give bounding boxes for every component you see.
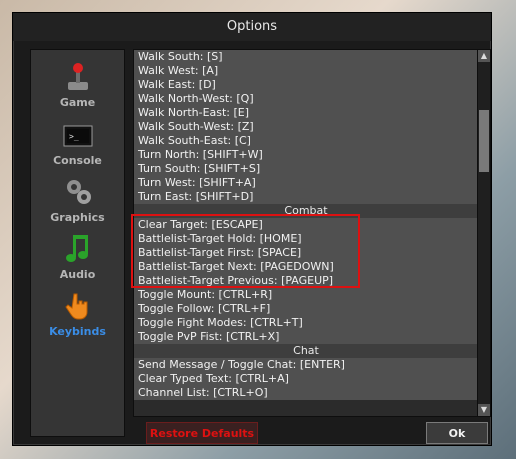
keybind-row[interactable]: Turn North: [SHIFT+W]	[134, 148, 478, 162]
keybind-row[interactable]: Clear Typed Text: [CTRL+A]	[134, 372, 478, 386]
keybinds-scrollbar[interactable]: ▲ ▼	[477, 49, 491, 417]
sidebar-item-game[interactable]: Game	[31, 62, 124, 117]
keybind-row[interactable]: Channel List: [CTRL+O]	[134, 386, 478, 400]
keybind-row[interactable]: Battlelist-Target Next: [PAGEDOWN]	[134, 260, 478, 274]
hand-pointer-icon	[64, 293, 87, 320]
keybind-row[interactable]: Toggle Follow: [CTRL+F]	[134, 302, 478, 316]
keybind-row[interactable]: Battlelist-Target Hold: [HOME]	[134, 232, 478, 246]
keybind-row[interactable]: Turn South: [SHIFT+S]	[134, 162, 478, 176]
keybind-rows: Walk South: [S] Walk West: [A] Walk East: …	[134, 50, 478, 400]
music-note-icon	[65, 235, 88, 262]
section-header: Chat	[134, 344, 478, 358]
joystick-icon	[67, 63, 88, 90]
options-sidebar: Game >_ Console Graphics Audio Keybinds	[30, 49, 125, 437]
scroll-down-icon[interactable]: ▼	[478, 404, 490, 416]
keybind-row[interactable]: Send Message / Toggle Chat: [ENTER]	[134, 358, 478, 372]
scroll-thumb[interactable]	[479, 110, 489, 172]
keybinds-list[interactable]: Walk South: [S] Walk West: [A] Walk East: …	[133, 49, 479, 417]
keybind-row[interactable]: Walk East: [D]	[134, 78, 478, 92]
sidebar-item-console[interactable]: >_ Console	[31, 120, 124, 175]
ok-button[interactable]: Ok	[426, 422, 488, 444]
section-header: Combat	[134, 204, 478, 218]
keybind-row[interactable]: Toggle Fight Modes: [CTRL+T]	[134, 316, 478, 330]
sidebar-item-audio[interactable]: Audio	[31, 234, 124, 289]
gears-icon	[66, 180, 91, 204]
keybind-row[interactable]: Walk South-East: [C]	[134, 134, 478, 148]
restore-defaults-button[interactable]: Restore Defaults	[146, 422, 258, 444]
keybind-row[interactable]: Clear Target: [ESCAPE]	[134, 218, 478, 232]
sidebar-item-label: Console	[53, 154, 102, 167]
keybind-row[interactable]: Toggle Mount: [CTRL+R]	[134, 288, 478, 302]
keybind-row[interactable]: Walk North-West: [Q]	[134, 92, 478, 106]
keybind-row[interactable]: Walk North-East: [E]	[134, 106, 478, 120]
sidebar-item-label: Audio	[59, 268, 96, 281]
sidebar-item-label: Graphics	[50, 211, 105, 224]
scroll-up-icon[interactable]: ▲	[478, 50, 490, 62]
sidebar-item-label: Keybinds	[49, 325, 106, 338]
keybind-row[interactable]: Turn East: [SHIFT+D]	[134, 190, 478, 204]
keybind-row[interactable]: Walk South: [S]	[134, 50, 478, 64]
sidebar-item-graphics[interactable]: Graphics	[31, 177, 124, 232]
terminal-icon: >_	[63, 125, 92, 147]
keybind-row[interactable]: Turn West: [SHIFT+A]	[134, 176, 478, 190]
sidebar-item-keybinds[interactable]: Keybinds	[31, 291, 124, 346]
window-title: Options	[13, 13, 491, 41]
keybind-row[interactable]: Battlelist-Target Previous: [PAGEUP]	[134, 274, 478, 288]
options-window: Options Game >_ Console Graphics Audio K…	[12, 12, 492, 446]
keybind-row[interactable]: Battlelist-Target First: [SPACE]	[134, 246, 478, 260]
keybind-row[interactable]: Walk West: [A]	[134, 64, 478, 78]
sidebar-item-label: Game	[59, 96, 96, 109]
keybind-row[interactable]: Walk South-West: [Z]	[134, 120, 478, 134]
svg-text:>_: >_	[69, 132, 79, 141]
keybind-row[interactable]: Toggle PvP Fist: [CTRL+X]	[134, 330, 478, 344]
